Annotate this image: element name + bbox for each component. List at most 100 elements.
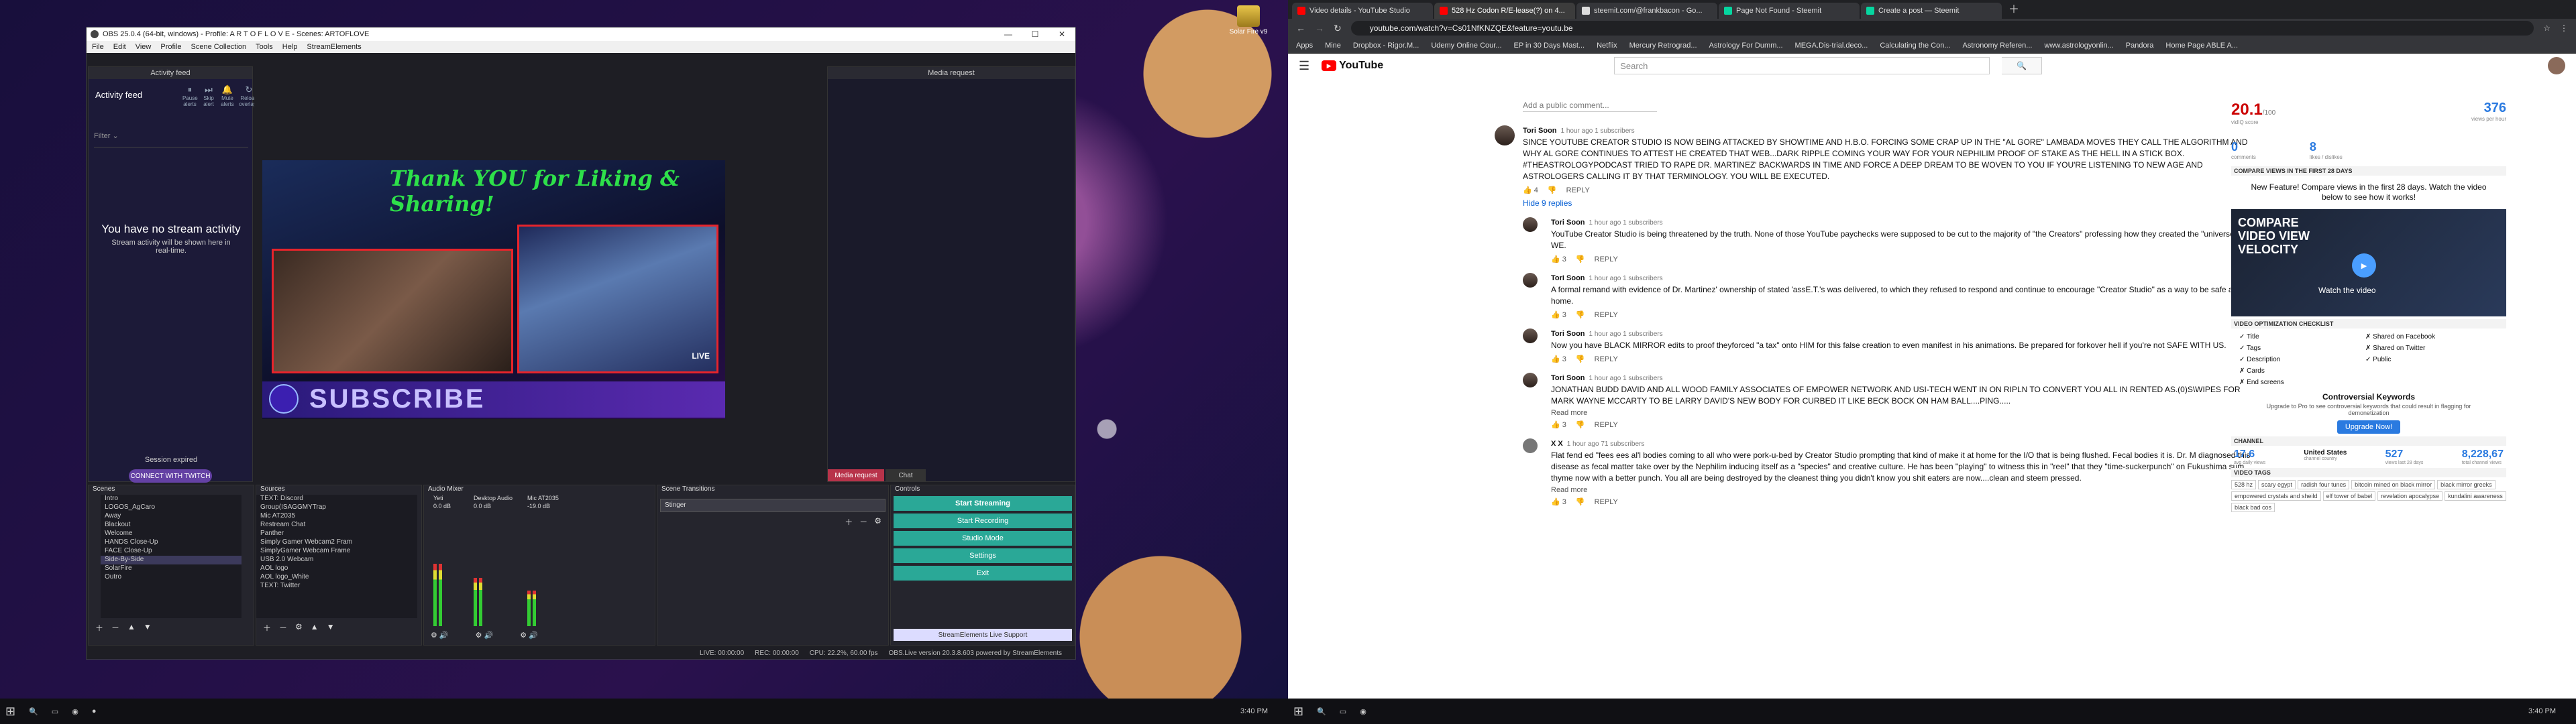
hide-replies-button[interactable]: Hide 9 replies [1523, 198, 2259, 208]
source-item[interactable]: Restream Chat [256, 521, 417, 530]
compare-video-thumbnail[interactable]: COMPARE VIDEO VIEW VELOCITY ▶ Watch the … [2231, 209, 2506, 316]
like-icon[interactable]: 👍 3 [1551, 420, 1566, 429]
back-icon[interactable]: ← [1296, 23, 1305, 34]
source-settings-icon[interactable]: ⚙ [295, 622, 303, 634]
connect-twitch-button[interactable]: CONNECT WITH TWITCH [129, 469, 212, 483]
close-icon[interactable]: ✕ [1049, 29, 1075, 39]
search-input[interactable]: Search [1614, 57, 1990, 74]
start-streaming-button[interactable]: Start Streaming [894, 496, 1072, 511]
tag[interactable]: empowered crystals and sheild [2231, 491, 2321, 501]
start-recording-button[interactable]: Start Recording [894, 514, 1072, 528]
dislike-icon[interactable]: 👎 [1576, 497, 1585, 506]
source-down-button[interactable]: ▼ [327, 622, 335, 634]
comment-author[interactable]: Tori Soon [1551, 219, 1585, 227]
avatar[interactable] [1523, 438, 1538, 453]
reply-button[interactable]: REPLY [1595, 355, 1618, 363]
task-view-icon[interactable]: ▭ [1340, 707, 1346, 716]
forward-icon[interactable]: → [1315, 23, 1324, 34]
remove-transition-button[interactable]: － [859, 516, 867, 528]
maximize-icon[interactable]: ☐ [1022, 29, 1049, 39]
scene-item-selected[interactable]: Side-By-Side [101, 556, 241, 564]
bookmark[interactable]: Mercury Retrograd... [1629, 42, 1697, 50]
like-icon[interactable]: 👍 4 [1523, 186, 1538, 194]
like-icon[interactable]: 👍 3 [1551, 355, 1566, 363]
windows-start-icon[interactable]: ⊞ [1293, 705, 1303, 719]
tag[interactable]: black mirror greeks [2437, 480, 2496, 489]
bookmark[interactable]: Dropbox - Rigor.M... [1353, 42, 1419, 50]
comment-author[interactable]: Tori Soon [1523, 127, 1557, 135]
dislike-icon[interactable]: 👎 [1576, 255, 1585, 263]
search-icon[interactable]: 🔍 [1317, 707, 1326, 716]
menu-edit[interactable]: Edit [113, 43, 126, 51]
scene-item[interactable]: Blackout [101, 521, 241, 530]
bookmark[interactable]: MEGA.Dis-trial.deco... [1795, 42, 1868, 50]
obs-taskbar-icon[interactable]: ● [92, 707, 97, 715]
source-item[interactable]: SimplyGamer Webcam Frame [256, 547, 417, 556]
move-up-button[interactable]: ▲ [127, 622, 136, 634]
menu-streamelements[interactable]: StreamElements [307, 43, 361, 51]
solar-fire-icon[interactable] [1237, 5, 1260, 27]
menu-file[interactable]: File [92, 43, 104, 51]
scene-item[interactable]: SolarFire [101, 564, 241, 573]
reply-button[interactable]: REPLY [1595, 498, 1618, 506]
bookmark[interactable]: www.astrologyonlin... [2044, 42, 2113, 50]
scene-item[interactable]: FACE Close-Up [101, 547, 241, 556]
tag[interactable]: bitcoin mined on black mirror [2351, 480, 2436, 489]
like-icon[interactable]: 👍 3 [1551, 255, 1566, 263]
account-avatar[interactable] [2548, 57, 2565, 74]
avatar[interactable] [1523, 273, 1538, 288]
remove-source-button[interactable]: － [279, 622, 287, 634]
add-comment-input[interactable]: Add a public comment... [1523, 101, 1657, 112]
dislike-icon[interactable]: 👎 [1576, 420, 1585, 429]
upgrade-button[interactable]: Upgrade Now! [2337, 420, 2401, 434]
reply-button[interactable]: REPLY [1595, 311, 1618, 319]
studio-mode-button[interactable]: Studio Mode [894, 531, 1072, 546]
reload-icon[interactable]: ↻ [1334, 23, 1342, 34]
tag[interactable]: elf tower of babel [2322, 491, 2376, 501]
menu-view[interactable]: View [136, 43, 152, 51]
menu-help[interactable]: Help [282, 43, 298, 51]
bookmark[interactable]: Calculating the Con... [1880, 42, 1950, 50]
browser-tab[interactable]: Page Not Found - Steemit [1719, 3, 1860, 19]
browser-tab-active[interactable]: 528 Hz Codon R/E-lease(?) on 4... [1434, 3, 1575, 19]
tag[interactable]: 528 hz [2231, 480, 2257, 489]
avatar[interactable] [1523, 373, 1538, 387]
new-tab-icon[interactable]: ＋ [2003, 0, 2025, 19]
tag[interactable]: revelation apocalypse [2377, 491, 2443, 501]
avatar[interactable] [1495, 125, 1515, 145]
menu-tools[interactable]: Tools [256, 43, 273, 51]
add-transition-button[interactable]: ＋ [845, 516, 853, 528]
chrome-taskbar-icon[interactable]: ◉ [72, 707, 78, 716]
bookmark[interactable]: Home Page ABLE A... [2165, 42, 2238, 50]
tag[interactable]: scary egypt [2258, 480, 2296, 489]
bookmark[interactable]: Pandora [2126, 42, 2154, 50]
play-icon[interactable]: ▶ [2352, 253, 2376, 278]
menu-icon[interactable]: ⋮ [2560, 23, 2568, 33]
source-item[interactable]: Panther [256, 530, 417, 538]
move-down-button[interactable]: ▼ [144, 622, 152, 634]
skip-alert-button[interactable]: ⏭ Skip alert [201, 84, 216, 107]
transition-settings-icon[interactable]: ⚙ [874, 516, 881, 528]
settings-button[interactable]: Settings [894, 548, 1072, 563]
read-more-link[interactable]: Read more [1551, 409, 2259, 417]
reply-button[interactable]: REPLY [1595, 421, 1618, 429]
like-icon[interactable]: 👍 3 [1551, 310, 1566, 319]
hamburger-icon[interactable]: ☰ [1299, 59, 1309, 73]
dislike-icon[interactable]: 👎 [1576, 355, 1585, 363]
source-item[interactable]: AOL logo [256, 564, 417, 573]
bookmark[interactable]: Mine [1325, 42, 1341, 50]
like-icon[interactable]: 👍 3 [1551, 497, 1566, 506]
live-support-button[interactable]: StreamElements Live Support [894, 629, 1072, 641]
minimize-icon[interactable]: — [995, 29, 1022, 39]
source-item[interactable]: Mic AT2035 [256, 512, 417, 521]
source-up-button[interactable]: ▲ [311, 622, 319, 634]
scene-item[interactable]: Intro [101, 495, 241, 503]
bookmark[interactable]: Udemy Online Cour... [1431, 42, 1501, 50]
clock[interactable]: 3:40 PM [1240, 707, 1288, 715]
pause-alerts-button[interactable]: ⏸ Pause alerts [182, 84, 198, 107]
browser-tab[interactable]: Create a post — Steemit [1861, 3, 2002, 19]
comment-author[interactable]: Tori Soon [1551, 330, 1585, 338]
windows-start-icon[interactable]: ⊞ [5, 705, 15, 719]
comment-author[interactable]: Tori Soon [1551, 374, 1585, 382]
menu-scene-collection[interactable]: Scene Collection [191, 43, 247, 51]
